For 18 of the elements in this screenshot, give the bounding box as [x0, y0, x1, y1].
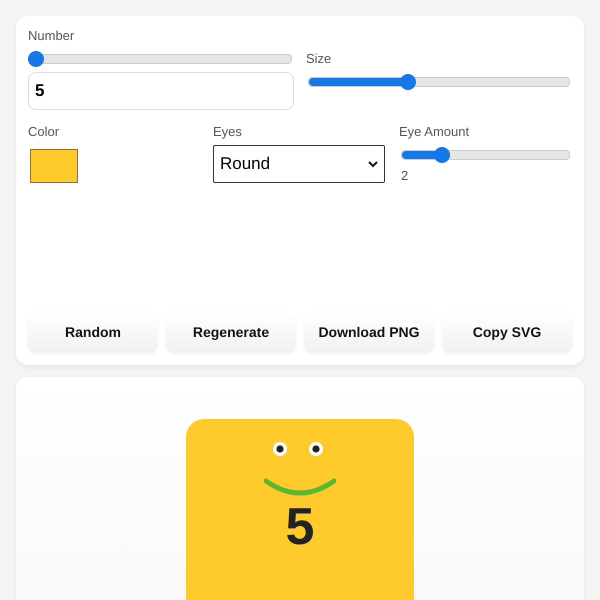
eyes-select[interactable]: Round [213, 145, 385, 183]
size-label: Size [306, 51, 332, 66]
number-label: Number [28, 28, 74, 43]
action-button[interactable]: Copy SVG [442, 311, 572, 353]
character-number: 5 [286, 501, 314, 553]
chevron-down-icon [368, 160, 378, 168]
color-picker[interactable] [30, 149, 78, 183]
number-slider[interactable] [30, 54, 292, 64]
action-button[interactable]: Regenerate [166, 311, 296, 353]
action-button[interactable]: Random [28, 311, 158, 353]
eye-amount-value: 2 [401, 168, 410, 183]
eye-amount-slider[interactable] [401, 150, 570, 160]
size-slider[interactable] [308, 77, 570, 87]
color-label: Color [28, 124, 60, 139]
eye-amount-label: Eye Amount [399, 124, 470, 139]
action-button[interactable]: Download PNG [304, 311, 434, 353]
eyes-label: Eyes [213, 124, 242, 139]
number-input[interactable]: 5 [28, 72, 294, 110]
